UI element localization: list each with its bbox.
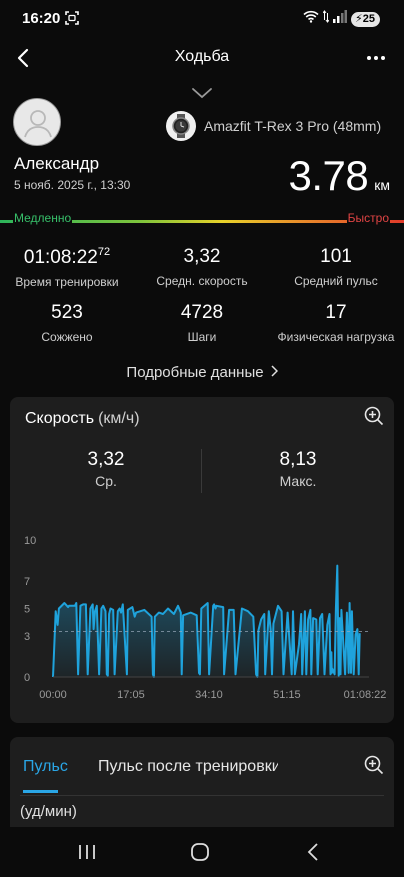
stat-steps: 4728 Шаги xyxy=(135,302,269,344)
tab-pulse[interactable]: Пульс xyxy=(23,758,68,776)
avatar[interactable] xyxy=(13,98,61,146)
screenshot-icon xyxy=(65,11,79,30)
charging-icon: ⚡ xyxy=(355,12,363,25)
stat-value: 101 xyxy=(320,246,352,267)
y-tick-label: 0 xyxy=(24,672,30,684)
stat-value-main: 01:08:22 xyxy=(23,247,98,268)
stat-avg-heart-rate: 101 Средний пульс xyxy=(269,246,403,288)
speed-avg-value: 3,32 xyxy=(87,449,125,470)
speed-unit: (км/ч) xyxy=(98,410,140,427)
zoom-in-icon[interactable] xyxy=(364,755,384,775)
home-button[interactable] xyxy=(190,842,210,867)
stat-avg-speed: 3,32 Средн. скорость xyxy=(135,246,269,288)
y-tick-label: 5 xyxy=(24,604,30,616)
zoom-in-icon[interactable] xyxy=(364,406,384,426)
x-tick-label: 34:10 xyxy=(195,689,223,701)
x-tick-label: 51:15 xyxy=(273,689,301,701)
device-info[interactable]: Amazfit T-Rex 3 Pro (48mm) xyxy=(166,111,381,141)
speed-chart[interactable]: 10 7 5 3 0 00:00 17:05 34:10 51:15 01:08:22 xyxy=(10,525,394,705)
home-icon xyxy=(191,843,209,861)
speed-card: Скорость (км/ч) 3,32 Ср. 8,13 Макс. 10 7 5 3… xyxy=(10,397,394,723)
stat-value-hundredths: 72 xyxy=(97,246,111,258)
stat-workout-time: 01:08:2272 Время тренировки xyxy=(0,246,134,289)
stat-value: 17 xyxy=(325,302,347,323)
speed-max-value: 8,13 xyxy=(279,449,317,470)
y-tick-label: 7 xyxy=(24,576,30,588)
wifi-icon xyxy=(303,10,319,28)
summary-divider xyxy=(201,449,202,493)
distance-display: 3.78 км xyxy=(289,152,391,200)
recent-apps-button[interactable] xyxy=(78,844,96,865)
stat-value: 4728 xyxy=(180,302,224,323)
distance-unit: км xyxy=(374,177,390,193)
user-name: Александр xyxy=(14,154,100,173)
x-tick-label: 01:08:22 xyxy=(344,689,387,701)
more-dot xyxy=(367,56,371,60)
user-placeholder-icon xyxy=(24,110,52,138)
x-tick-label: 00:00 xyxy=(39,689,67,701)
system-back-button[interactable] xyxy=(305,842,321,867)
stat-calories: 523 Сожжено xyxy=(0,302,134,344)
signal-icon xyxy=(333,10,348,28)
data-arrows-icon xyxy=(322,10,330,28)
more-options-button[interactable] xyxy=(362,44,390,72)
intensity-slow-label: Медленно xyxy=(13,211,73,225)
workout-date: 5 нояб. 2025 г., 13:30 xyxy=(14,178,131,192)
y-tick-label: 10 xyxy=(24,535,36,547)
watch-icon xyxy=(166,111,196,141)
stat-label: Время тренировки xyxy=(15,275,119,289)
pulse-unit: (уд/мин) xyxy=(20,803,77,820)
more-dot xyxy=(381,56,385,60)
stat-value: 01:08:2272 xyxy=(0,246,134,269)
speed-avg-label: Ср. xyxy=(95,473,117,489)
battery-indicator: ⚡25 xyxy=(351,11,380,27)
tab-divider xyxy=(20,795,384,796)
status-icons: ⚡25 xyxy=(303,10,380,28)
chevron-down-icon[interactable] xyxy=(190,86,214,105)
details-link[interactable]: Подробные данные xyxy=(0,364,404,381)
more-dot xyxy=(374,56,378,60)
stat-value: 3,32 xyxy=(183,246,221,267)
stat-label: Средний пульс xyxy=(294,274,378,288)
stat-label: Шаги xyxy=(187,330,217,344)
status-bar: 16:20 ⚡25 xyxy=(0,0,404,36)
page-title: Ходьба xyxy=(174,48,230,65)
y-tick-label: 3 xyxy=(24,631,30,643)
x-tick-label: 17:05 xyxy=(117,689,145,701)
stat-label: Сожжено xyxy=(41,330,93,344)
chevron-right-icon xyxy=(270,364,278,381)
status-time: 16:20 xyxy=(22,10,61,27)
tab-active-indicator xyxy=(23,790,58,793)
speed-avg: 3,32 Ср. xyxy=(36,449,176,489)
stat-value: 523 xyxy=(51,302,83,323)
battery-level: 25 xyxy=(362,12,375,25)
stat-training-load: 17 Физическая нагрузка xyxy=(269,302,403,344)
pulse-card: Пульс Пульс после тренировки (уд/мин) xyxy=(10,737,394,837)
device-name: Amazfit T-Rex 3 Pro (48mm) xyxy=(204,118,382,134)
intensity-fast-label: Быстро xyxy=(346,211,390,225)
tab-post-workout-pulse[interactable]: Пульс после тренировки xyxy=(98,758,278,776)
recent-apps-icon xyxy=(79,845,95,859)
details-link-label: Подробные данные xyxy=(126,364,264,381)
speed-max: 8,13 Макс. xyxy=(228,449,368,489)
speed-title-text: Скорость xyxy=(25,410,95,427)
distance-value: 3.78 xyxy=(288,152,369,199)
stat-label: Средн. скорость xyxy=(156,274,248,288)
stat-label: Физическая нагрузка xyxy=(277,330,395,344)
speed-card-title: Скорость (км/ч) xyxy=(25,410,140,428)
top-app-bar: Ходьба xyxy=(0,36,404,80)
speed-max-label: Макс. xyxy=(279,473,317,489)
system-navigation-bar xyxy=(0,827,404,877)
back-chevron-icon xyxy=(307,843,318,861)
